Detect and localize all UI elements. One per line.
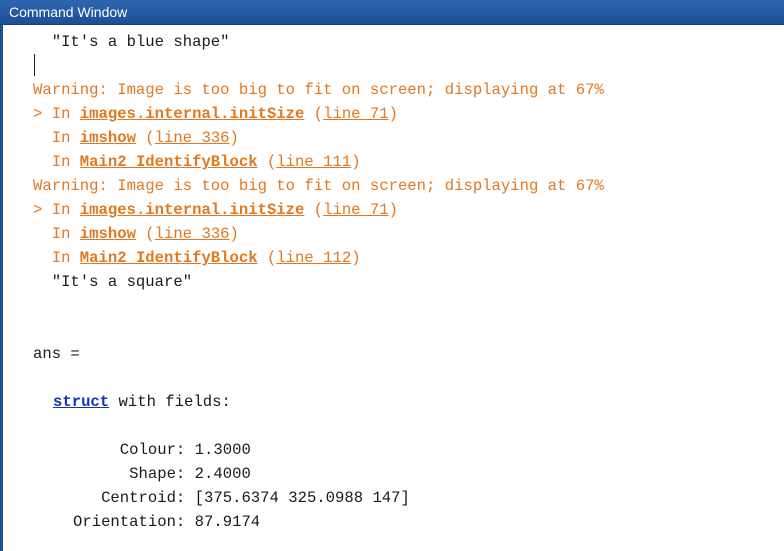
trace-line: In Main2_IdentifyBlock (line 112)	[33, 249, 361, 267]
struct-field-shape: Shape: 2.4000	[73, 462, 251, 486]
trace-line-link[interactable]: line 112	[276, 249, 351, 267]
trace-function-link[interactable]: imshow	[80, 129, 136, 147]
trace-line: In imshow (line 336)	[33, 225, 239, 243]
text-cursor	[34, 54, 35, 76]
trace-function-link[interactable]: images.internal.initSize	[80, 105, 305, 123]
trace-line-link[interactable]: line 336	[155, 225, 230, 243]
warning-message-1: Warning: Image is too big to fit on scre…	[33, 81, 604, 99]
warning-message-2: Warning: Image is too big to fit on scre…	[33, 177, 604, 195]
output-line-square: "It's a square"	[33, 273, 193, 291]
window-title: Command Window	[9, 4, 128, 20]
trace-function-link[interactable]: images.internal.initSize	[80, 201, 305, 219]
field-label: Orientation:	[73, 513, 195, 531]
output-line-blue-shape: "It's a blue shape"	[33, 33, 230, 51]
title-bar[interactable]: Command Window	[0, 0, 784, 25]
trace-line-link[interactable]: line 336	[155, 129, 230, 147]
ans-label: ans =	[33, 345, 80, 363]
trace-prefix: In	[33, 249, 80, 267]
struct-field-colour: Colour: 1.3000	[73, 438, 251, 462]
trace-prefix: In	[33, 129, 80, 147]
trace-line-link[interactable]: line 71	[323, 201, 389, 219]
trace-prefix: In	[33, 153, 80, 171]
trace-prefix: In	[33, 225, 80, 243]
trace-line-link[interactable]: line 71	[323, 105, 389, 123]
command-output-area[interactable]: "It's a blue shape" Warning: Image is to…	[3, 25, 784, 551]
field-label: Colour:	[73, 441, 195, 459]
field-value: 87.9174	[194, 513, 261, 531]
field-value: 1.3000	[194, 441, 251, 459]
command-window[interactable]: Command Window "It's a blue shape" Warni…	[0, 0, 784, 551]
struct-header-text: with fields:	[109, 393, 231, 411]
struct-link[interactable]: struct	[53, 393, 109, 411]
trace-function-link[interactable]: imshow	[80, 225, 136, 243]
trace-line: > In images.internal.initSize (line 71)	[33, 105, 398, 123]
field-label: Shape:	[73, 465, 195, 483]
trace-line: In imshow (line 336)	[33, 129, 239, 147]
trace-function-link[interactable]: Main2_IdentifyBlock	[80, 249, 258, 267]
trace-prefix: > In	[33, 105, 80, 123]
trace-prefix: > In	[33, 201, 80, 219]
struct-header: struct with fields:	[53, 390, 231, 414]
trace-line: In Main2_IdentifyBlock (line 111)	[33, 153, 361, 171]
trace-line-link[interactable]: line 111	[276, 153, 351, 171]
field-value: 2.4000	[194, 465, 251, 483]
struct-field-centroid: Centroid: [375.6374 325.0988 147]	[73, 486, 410, 510]
field-label: Centroid:	[73, 489, 195, 507]
field-value: [375.6374 325.0988 147]	[194, 489, 410, 507]
trace-line: > In images.internal.initSize (line 71)	[33, 201, 398, 219]
struct-field-orientation: Orientation: 87.9174	[73, 510, 260, 534]
trace-function-link[interactable]: Main2_IdentifyBlock	[80, 153, 258, 171]
